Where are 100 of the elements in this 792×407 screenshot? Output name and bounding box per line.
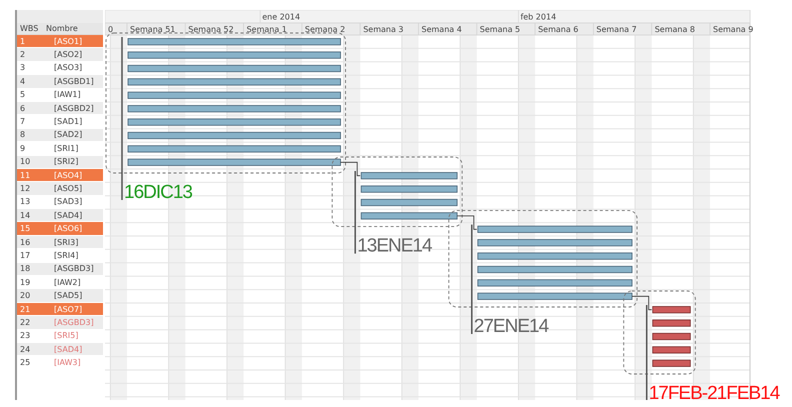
connector-line (340, 162, 361, 176)
table-cell-text: 8 (19, 130, 26, 140)
table-row[interactable]: 8 [SAD2] (17, 128, 103, 142)
week-header: Semana 52 (184, 22, 244, 36)
task-bar[interactable] (128, 118, 341, 126)
table-cell-text: [ASO3] (53, 63, 84, 72)
table-cell-text: [SAD4] (53, 210, 84, 220)
task-bar[interactable] (128, 105, 341, 112)
week-header: Semana 4 (418, 22, 478, 36)
table-cell-text: [ASO1] (53, 36, 84, 46)
week-header: 0 (105, 22, 128, 36)
task-bar[interactable] (360, 198, 458, 206)
connector-line (456, 216, 478, 230)
table-cell-text: [SRI3] (53, 238, 80, 247)
table-cell-text: 4 (19, 76, 26, 86)
table-cell-text: 19 (19, 278, 32, 287)
week-header: Semana 8 (651, 22, 710, 36)
table-row[interactable]: 22 [ASGBD3] (17, 316, 103, 330)
table-row[interactable]: 10 [SRI2] (17, 156, 103, 169)
table-cell-text: [ASGBD3] (53, 264, 95, 274)
table-cell-text: [SAD3] (53, 197, 84, 206)
table-cell-text: 12 (19, 184, 32, 193)
table-cell-text: 3 (19, 63, 26, 72)
table-cell-text: 24 (19, 344, 32, 354)
table-row[interactable]: 16 [SRI3] (17, 236, 103, 250)
task-bar[interactable] (128, 78, 341, 86)
table-cell-text: 17 (19, 250, 32, 260)
table-row[interactable]: 24 [SAD4] (17, 342, 103, 356)
week-header: Semana 9 (710, 22, 754, 36)
table-cell-text: 13 (19, 197, 32, 206)
table-cell-text: 21 (19, 304, 32, 314)
table-row[interactable]: 14 [SAD4] (17, 209, 103, 222)
column-header: Nombre (45, 23, 79, 34)
task-bar[interactable] (652, 306, 691, 314)
table-row[interactable]: 18 [ASGBD3] (17, 262, 103, 276)
table-cell-text: 18 (19, 264, 32, 274)
table-cell-text: [SAD1] (53, 117, 84, 126)
table-cell-text: 9 (19, 144, 26, 153)
table-cell-text: [ASO4] (53, 170, 84, 180)
task-bar[interactable] (477, 252, 632, 260)
milestone-label: 17FEB-21FEB14 (648, 383, 780, 400)
table-cell-text: [ASO5] (53, 184, 84, 193)
table-cell-text: [ASGBD3] (53, 318, 95, 327)
table-cell-text: 14 (19, 210, 32, 220)
milestone-label: 13ENE14 (357, 236, 432, 257)
task-bar[interactable] (360, 186, 458, 193)
table-cell-text: 16 (19, 238, 32, 247)
task-bar[interactable] (652, 360, 691, 367)
table-cell-text: 22 (19, 318, 32, 327)
table-cell-text: [IAW2] (53, 278, 82, 287)
table-cell-text: 23 (19, 331, 32, 340)
table-cell-text: [SRI4] (53, 250, 80, 260)
table-cell-text: [IAW1] (53, 90, 82, 100)
task-bar[interactable] (360, 172, 458, 180)
table-cell-text: [SRI1] (53, 144, 80, 153)
task-bar[interactable] (477, 226, 632, 233)
table-cell-text: 1 (19, 36, 26, 46)
task-bar[interactable] (477, 279, 632, 286)
table-cell-text: 20 (19, 291, 32, 300)
table-cell-text: [SAD4] (53, 344, 84, 354)
table-row[interactable]: 20 [SAD5] (17, 289, 103, 303)
task-bar[interactable] (652, 332, 691, 340)
table-cell-text: [SAD5] (53, 291, 84, 300)
week-header: Semana 7 (593, 22, 652, 36)
table-row[interactable]: 6 [ASGBD2] (17, 102, 103, 116)
task-bar[interactable] (652, 346, 691, 354)
task-bar[interactable] (128, 132, 341, 140)
task-bar[interactable] (360, 212, 458, 220)
week-header: Semana 5 (476, 22, 536, 36)
task-bar[interactable] (128, 92, 341, 99)
task-bar[interactable] (128, 145, 341, 152)
task-bar[interactable] (128, 52, 341, 59)
task-bar[interactable] (128, 158, 341, 166)
milestone-label: 16DIC13 (124, 182, 192, 203)
task-bar[interactable] (477, 266, 632, 274)
table-cell-text: 10 (19, 157, 32, 166)
task-bar[interactable] (652, 320, 691, 327)
task-bar[interactable] (477, 292, 632, 300)
connector-line (632, 296, 652, 310)
milestone-label: 27ENE14 (474, 316, 548, 337)
table-cell-text: 15 (19, 224, 32, 234)
table-cell-text: [ASO6] (53, 224, 84, 234)
task-bar[interactable] (128, 64, 341, 72)
table-cell-text: 5 (19, 90, 26, 100)
task-bar[interactable] (477, 239, 632, 246)
table-row[interactable]: 12 [ASO5] (17, 182, 103, 196)
table-row[interactable]: 2 [ASO2] (17, 48, 103, 62)
task-bar[interactable] (128, 38, 341, 46)
table-cell-text: [ASO2] (53, 50, 84, 60)
table-cell-text: [SRI2] (53, 157, 80, 166)
column-header: WBS (19, 23, 40, 34)
week-header: Semana 1 (243, 22, 302, 36)
table-row[interactable]: 25 [IAW3] (17, 356, 103, 370)
week-header: Semana 6 (534, 22, 594, 36)
month-header: feb 2014 (518, 10, 750, 24)
table-row[interactable]: 4 [ASGBD1] (17, 75, 103, 89)
table-cell-text: 25 (19, 358, 32, 368)
table-cell-text: 11 (19, 170, 32, 180)
table-cell-text: 7 (19, 117, 26, 126)
table-cell-text: [ASO7] (53, 304, 84, 314)
